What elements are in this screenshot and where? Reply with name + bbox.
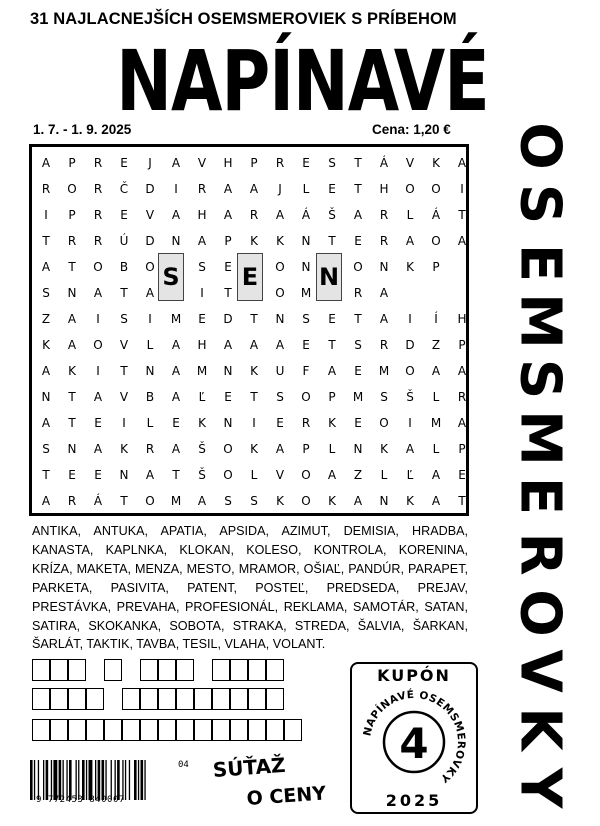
grid-cell[interactable]: E: [447, 462, 477, 488]
grid-cell[interactable]: P: [447, 332, 477, 358]
highlight-letter: N: [316, 253, 342, 301]
barcode-bar: [110, 760, 112, 800]
issue-price: Cena: 1,20 €: [372, 122, 451, 137]
barcode-bar: [140, 760, 144, 800]
contest-prizes: O CENY: [246, 782, 327, 810]
barcode-bar: [62, 760, 64, 800]
barcode-bar: [50, 760, 53, 800]
grid-row: NTAVBAĽETSOPMSŠLR: [32, 384, 467, 410]
word-search-grid: APREJAVHPRESTÁVKARORČDIRAAJLETHOOIIPREVA…: [29, 144, 469, 516]
magazine-title: NAPÍNAVÉ: [116, 32, 489, 131]
barcode-bar: [95, 760, 97, 800]
barcode-bar: [144, 760, 146, 800]
grid-cell[interactable]: A: [447, 228, 477, 254]
grid-cell[interactable]: I: [447, 176, 477, 202]
grid-cell[interactable]: H: [447, 306, 477, 332]
barcode-bar: [58, 760, 62, 800]
grid-row: IPREVAHARAÁŠARLÁT: [32, 202, 466, 228]
issue-date: 1. 7. - 1. 9. 2025: [33, 122, 132, 137]
coupon[interactable]: KUPÓN NAPÍNAVÉ OSEMSMEROVKY 4 2025: [350, 662, 478, 814]
barcode-bar: [66, 760, 68, 800]
barcode-bar: [101, 760, 105, 800]
grid-row: AKITNAMNKUFAEMOAA: [32, 358, 466, 384]
barcode-bar: [30, 760, 33, 800]
barcode-bar: [137, 760, 140, 800]
barcode-number: 9 772453 840007: [36, 795, 125, 805]
grid-cell[interactable]: T: [447, 488, 477, 514]
grid-cell[interactable]: P: [447, 436, 477, 462]
side-title: OSEMSMEROVKY: [482, 118, 597, 818]
barcode-bar: [43, 760, 45, 800]
side-title-letter: Y: [507, 767, 573, 808]
grid-row: SNAKRAŠOKAPLNKALP: [32, 436, 466, 462]
grid-cell[interactable]: R: [447, 384, 477, 410]
highlight-letter: S: [158, 253, 184, 301]
barcode-bar: [124, 760, 127, 800]
barcode-bar: [82, 760, 85, 800]
barcode-bar: [117, 760, 120, 800]
barcode-bar: [88, 760, 93, 800]
barcode-bar: [37, 760, 40, 800]
barcode-bar: [105, 760, 107, 800]
barcode-bar: [75, 760, 77, 800]
grid-row: KAOVLAHAAAETSRDZP: [32, 332, 466, 358]
barcode-bar: [69, 760, 72, 800]
barcode-bar: [134, 760, 137, 800]
barcode-bar: [53, 760, 58, 800]
barcode-bar: [85, 760, 88, 800]
svg-text:4: 4: [399, 719, 428, 768]
grid-row: TRRÚDNAPKKNTERAOA: [32, 228, 466, 254]
barcode-bar: [128, 760, 131, 800]
grid-cell[interactable]: A: [447, 358, 477, 384]
barcode-bar: [45, 760, 49, 800]
tagline: 31 NAJLACNEJŠÍCH OSEMSMEROVIEK S PRÍBEHO…: [30, 10, 457, 28]
grid-row: RORČDIRAAJLETHOOI: [32, 176, 466, 202]
barcode-bar: [122, 760, 124, 800]
barcode-bar: [97, 760, 101, 800]
grid-row: APREJAVHPRESTÁVKA: [32, 150, 466, 176]
barcode-bar: [33, 760, 36, 800]
coupon-year: 2025: [385, 791, 443, 810]
grid-row: ZAISIMEDTNSETAIÍH: [32, 306, 467, 332]
contest-label: SÚŤAŽ: [212, 752, 287, 782]
grid-row: ATEILEKNIERKEOIMA: [32, 410, 466, 436]
coupon-seal: NAPÍNAVÉ OSEMSMEROVKY 4: [361, 688, 466, 785]
grid-cell[interactable]: A: [447, 150, 477, 176]
barcode-bar: [78, 760, 80, 800]
highlight-letter: E: [237, 253, 263, 301]
grid-row: ARÁTOMASSKOKANKAT: [32, 488, 466, 514]
grid-cell[interactable]: P: [421, 254, 451, 280]
grid-cell[interactable]: T: [447, 202, 477, 228]
grid-row: TEENATŠOLVOAZLĽAE: [32, 462, 466, 488]
word-list: ANTIKA, ANTUKA, APATIA, APSIDA, AZIMUT, …: [32, 524, 468, 652]
barcode-issue: 04: [178, 760, 189, 770]
barcode-bar: [114, 760, 116, 800]
grid-cell[interactable]: A: [447, 410, 477, 436]
grid-cell[interactable]: A: [369, 280, 399, 306]
